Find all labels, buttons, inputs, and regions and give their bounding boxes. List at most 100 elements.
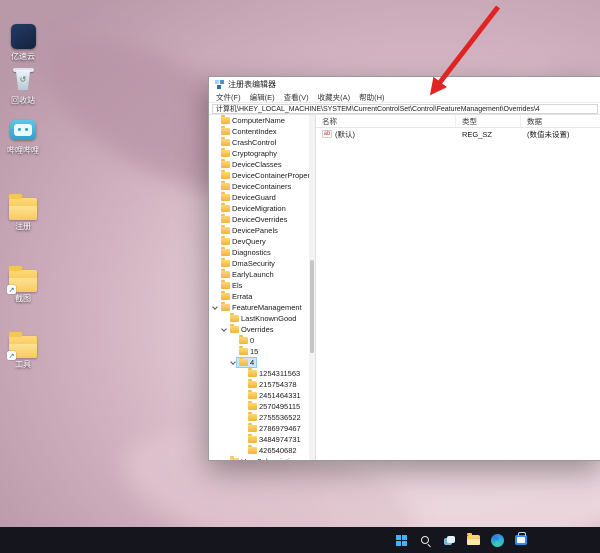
bilibili-icon xyxy=(9,116,37,144)
column-header-name[interactable]: 名称 xyxy=(316,115,456,127)
regedit-content: ComputerNameContentIndex CrashControlCryp… xyxy=(209,115,600,460)
tree-item-DeviceGuard[interactable]: DeviceGuard xyxy=(209,192,309,203)
start-button[interactable] xyxy=(392,531,410,549)
tree-item-body: UserSubscriptions xyxy=(228,457,304,460)
tree-item-body: DeviceOverrides xyxy=(219,215,289,224)
menu-favorites[interactable]: 收藏夹(A) xyxy=(318,92,351,103)
tree-item-body: DeviceGuard xyxy=(219,193,278,202)
tree-item-2570495115[interactable]: 2570495115 xyxy=(209,401,309,412)
tree-item-FeatureManagement[interactable]: FeatureManagement xyxy=(209,302,309,313)
desktop-icon-label: 截图 xyxy=(15,294,31,303)
folder-icon xyxy=(239,337,248,344)
tree-item-2786979467[interactable]: 2786979467 xyxy=(209,423,309,434)
desktop-icon-app[interactable]: 亿速云 xyxy=(0,22,46,61)
chevron-spacer xyxy=(239,370,246,377)
desktop-icon-folder-3[interactable]: ↗ 工具 xyxy=(0,330,46,369)
tree-item-label: 0 xyxy=(250,336,254,345)
tree-item-DeviceContainerPropertyUpda[interactable]: DeviceContainerPropertyUpda xyxy=(209,170,309,181)
tree-item-LastKnownGood[interactable]: LastKnownGood xyxy=(209,313,309,324)
tree-scrollbar[interactable] xyxy=(309,115,315,460)
value-row[interactable]: ab(默认)REG_SZ(数值未设置) xyxy=(316,128,600,140)
tree-item-DeviceClasses[interactable]: DeviceClasses xyxy=(209,159,309,170)
column-header-type[interactable]: 类型 xyxy=(456,115,521,127)
tree-item-label: 215754378 xyxy=(259,380,297,389)
tree-item-Overrides[interactable]: Overrides xyxy=(209,324,309,335)
scrollbar-thumb[interactable] xyxy=(310,260,314,353)
tree-selection: 4 xyxy=(237,358,256,367)
tree-item-label: UserSubscriptions xyxy=(241,457,302,460)
store-button[interactable] xyxy=(512,531,530,549)
desktop-icon-folder-1[interactable]: 注册 xyxy=(0,192,46,231)
tree-item-body: ContentIndex xyxy=(219,127,279,136)
tree-item-Els[interactable]: Els xyxy=(209,280,309,291)
menu-edit[interactable]: 编辑(E) xyxy=(250,92,275,103)
value-data-cell: (数值未设置) xyxy=(521,129,600,140)
column-header-data[interactable]: 数据 xyxy=(521,115,600,127)
tree-item-EarlyLaunch[interactable]: EarlyLaunch xyxy=(209,269,309,280)
desktop-icon-recycle-bin[interactable]: ↺ 回收站 xyxy=(0,66,46,105)
desktop-icon-label: 回收站 xyxy=(11,96,35,105)
tree-item-DeviceContainers[interactable]: DeviceContainers xyxy=(209,181,309,192)
tree-item-body: DeviceContainers xyxy=(219,182,293,191)
tree-item-label: Diagnostics xyxy=(232,248,271,257)
file-explorer-button[interactable] xyxy=(464,531,482,549)
tree-item-body: CrashControl xyxy=(219,138,278,147)
value-name-cell: ab(默认) xyxy=(316,129,456,140)
values-header: 名称类型数据 xyxy=(316,115,600,128)
tree-item-body: Els xyxy=(219,281,244,290)
tree-item-3484974731[interactable]: 3484974731 xyxy=(209,434,309,445)
tree-item-Cryptography[interactable]: Cryptography xyxy=(209,148,309,159)
tree-item-ContentIndex[interactable]: ContentIndex xyxy=(209,126,309,137)
tree-item-UserSubscriptions[interactable]: UserSubscriptions xyxy=(209,456,309,460)
menu-view[interactable]: 查看(V) xyxy=(284,92,309,103)
tree-item-1254311563[interactable]: 1254311563 xyxy=(209,368,309,379)
folder-icon xyxy=(221,128,230,135)
tree-item-DeviceMigration[interactable]: DeviceMigration xyxy=(209,203,309,214)
menu-help[interactable]: 帮助(H) xyxy=(359,92,384,103)
tree-item-body: 0 xyxy=(237,336,256,345)
edge-button[interactable] xyxy=(488,531,506,549)
tree-item-label: 3484974731 xyxy=(259,435,301,444)
tree-item-body: 215754378 xyxy=(246,380,299,389)
chevron-spacer xyxy=(239,381,246,388)
chevron-down-icon[interactable] xyxy=(212,304,219,311)
folder-icon xyxy=(221,205,230,212)
tree-item-Errata[interactable]: Errata xyxy=(209,291,309,302)
chevron-down-icon[interactable] xyxy=(221,326,228,333)
tree-item-DevicePanels[interactable]: DevicePanels xyxy=(209,225,309,236)
tree-item-215754378[interactable]: 215754378 xyxy=(209,379,309,390)
chevron-spacer xyxy=(212,150,219,157)
tree-item-4[interactable]: 4 xyxy=(209,357,309,368)
tree-item-DmaSecurity[interactable]: DmaSecurity xyxy=(209,258,309,269)
desktop-icon-label: 哔哩哔哩 xyxy=(7,146,39,155)
desktop-icon-folder-2[interactable]: ↗ 截图 xyxy=(0,264,46,303)
string-value-icon: ab xyxy=(322,130,332,138)
tree-item-2451464331[interactable]: 2451464331 xyxy=(209,390,309,401)
titlebar[interactable]: 注册表编辑器 xyxy=(209,77,600,92)
search-button[interactable] xyxy=(416,531,434,549)
folder-icon xyxy=(221,183,230,190)
chevron-down-icon[interactable] xyxy=(230,359,237,366)
tree-item-body: DeviceContainerPropertyUpda xyxy=(219,171,309,180)
tree-item-body: Errata xyxy=(219,292,254,301)
task-view-button[interactable] xyxy=(440,531,458,549)
tree-item-15[interactable]: 15 xyxy=(209,346,309,357)
chevron-spacer xyxy=(212,128,219,135)
tree-item-DeviceOverrides[interactable]: DeviceOverrides xyxy=(209,214,309,225)
chevron-spacer xyxy=(212,139,219,146)
tree-item-426540682[interactable]: 426540682 xyxy=(209,445,309,456)
tree-item-CrashControl[interactable]: CrashControl xyxy=(209,137,309,148)
tree-item-ComputerName[interactable]: ComputerName xyxy=(209,115,309,126)
tree-item-body: DevQuery xyxy=(219,237,268,246)
folder-icon xyxy=(221,150,230,157)
desktop-icon-bilibili[interactable]: 哔哩哔哩 xyxy=(0,116,46,155)
tree-item-0[interactable]: 0 xyxy=(209,335,309,346)
tree-item-label: LastKnownGood xyxy=(241,314,296,323)
tree-item-2755536522[interactable]: 2755536522 xyxy=(209,412,309,423)
chevron-spacer xyxy=(239,425,246,432)
tree-item-Diagnostics[interactable]: Diagnostics xyxy=(209,247,309,258)
address-input[interactable]: 计算机\HKEY_LOCAL_MACHINE\SYSTEM\CurrentCon… xyxy=(212,104,598,114)
tree-item-DevQuery[interactable]: DevQuery xyxy=(209,236,309,247)
recycle-bin-icon: ↺ xyxy=(9,66,37,94)
menu-file[interactable]: 文件(F) xyxy=(216,92,241,103)
